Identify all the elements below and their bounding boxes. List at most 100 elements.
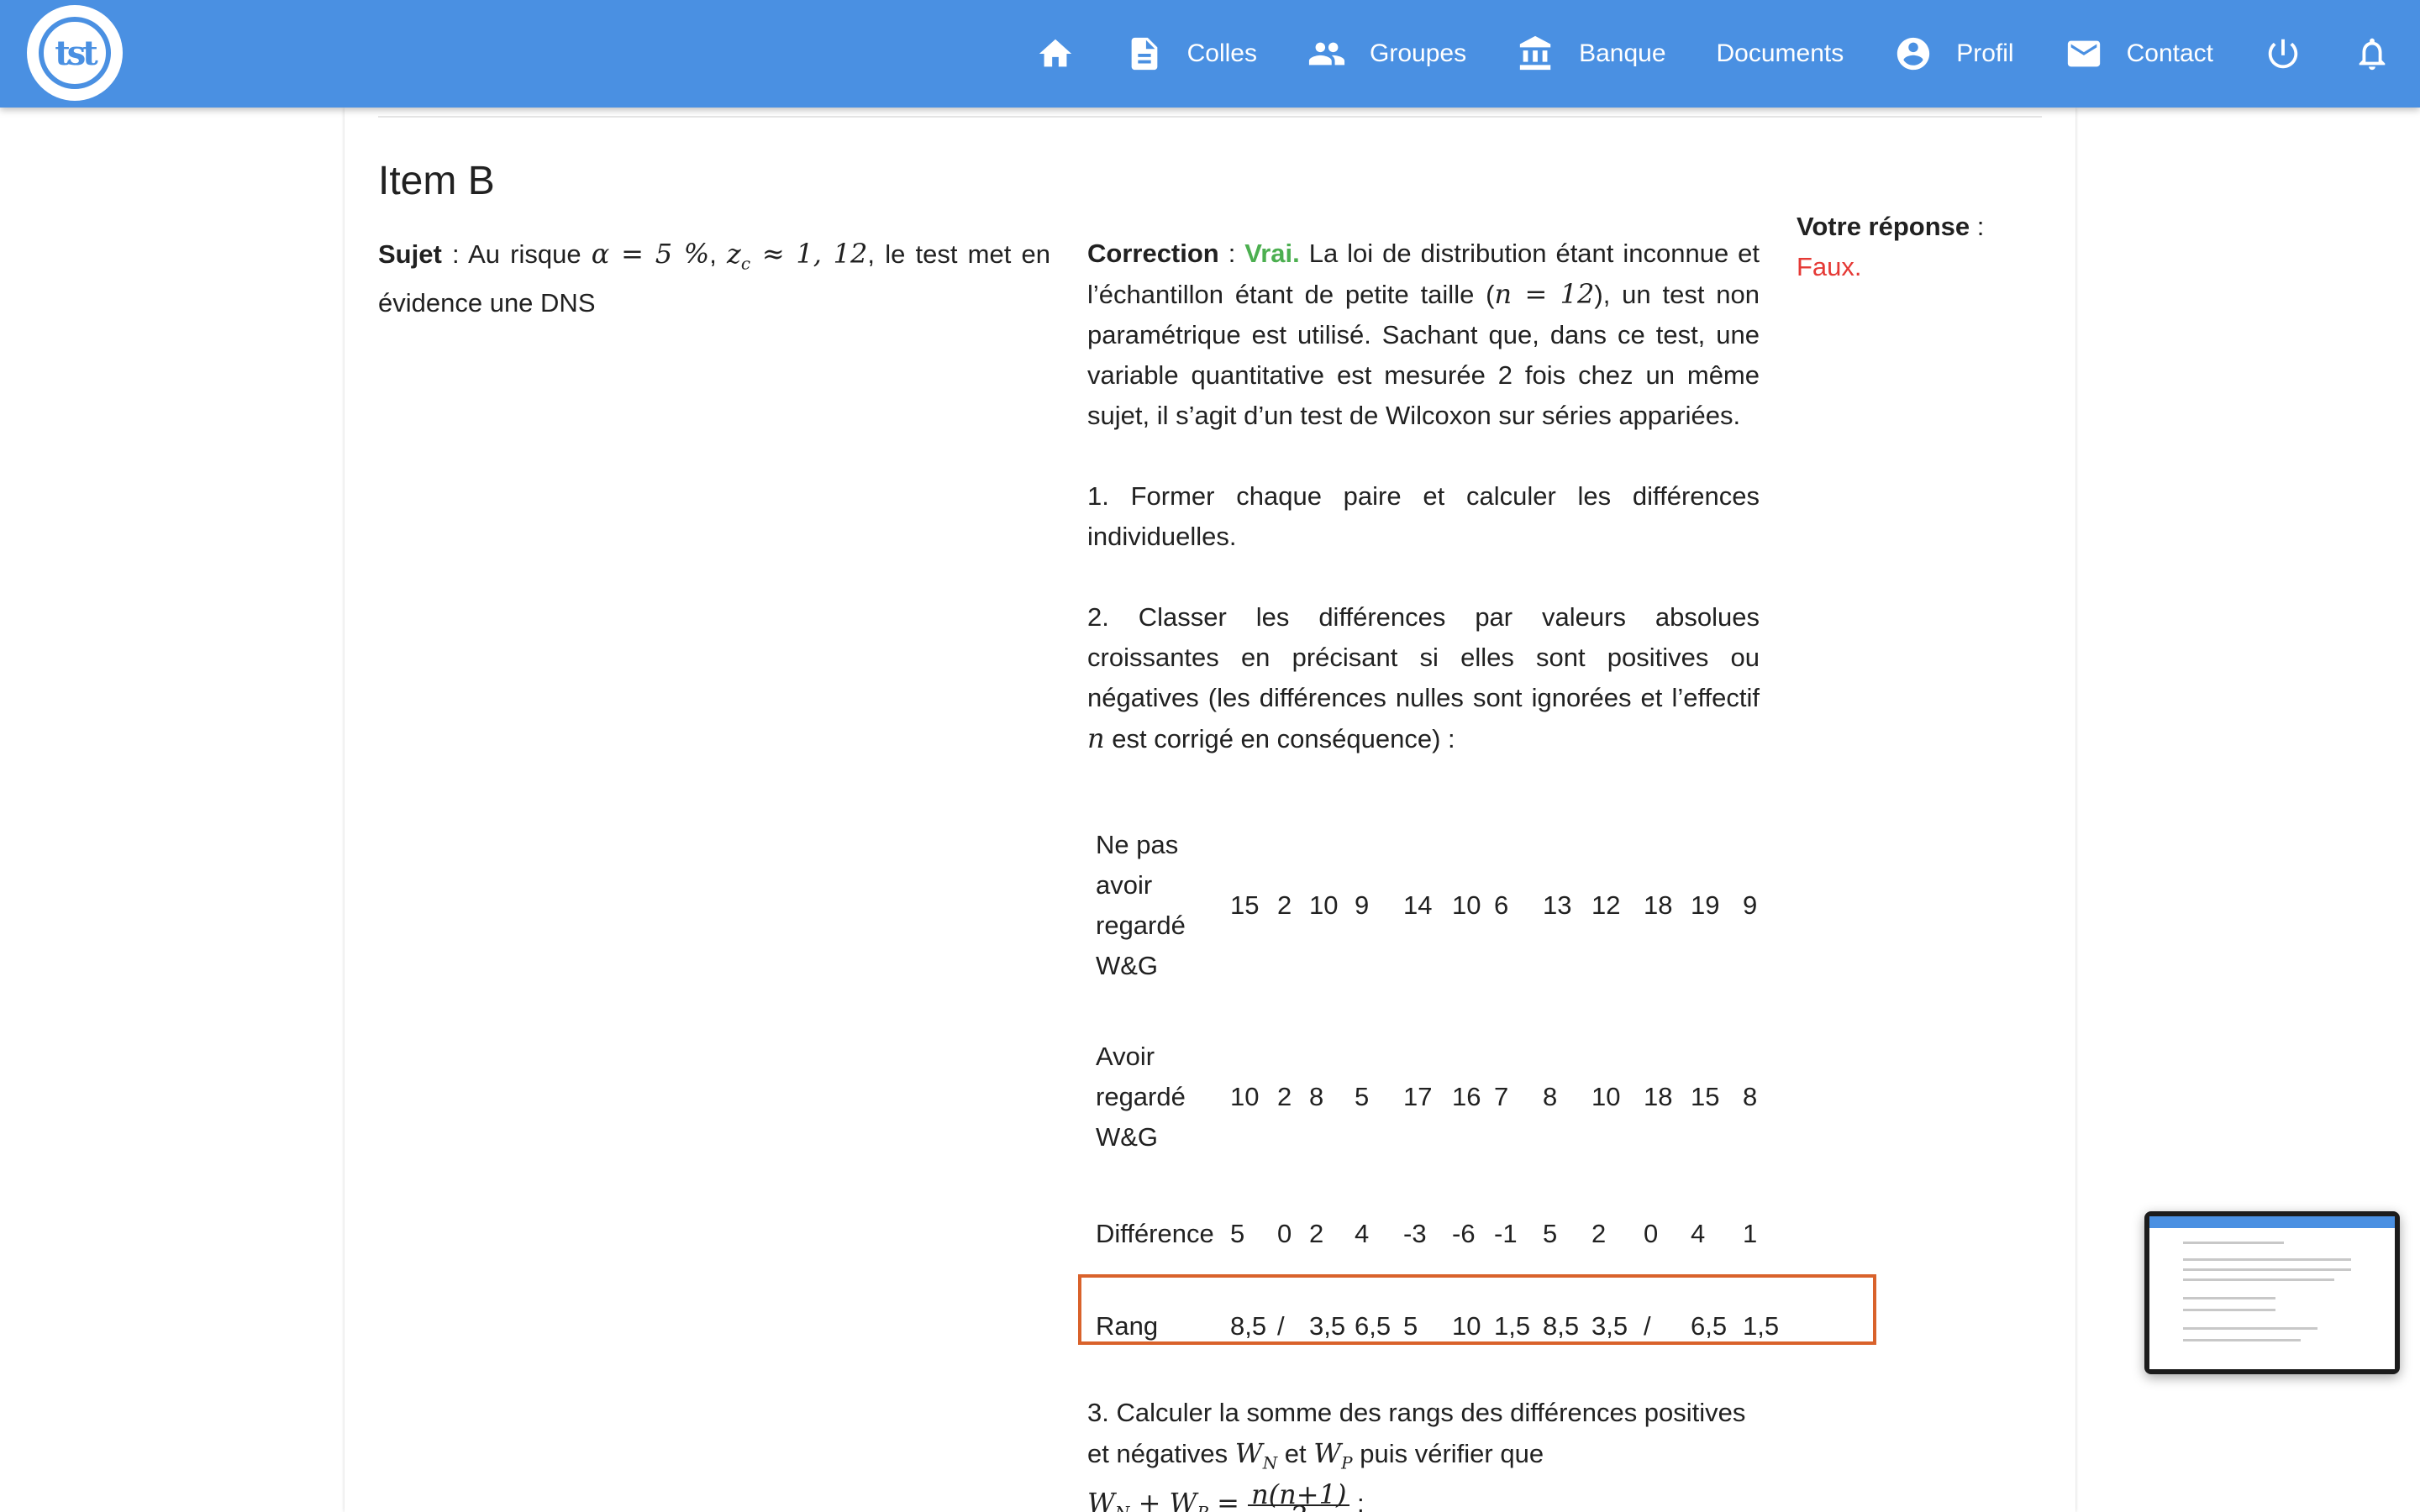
sujet-zc: zc ≈ 1, 12 (727, 238, 867, 274)
table-cell: 13 (1543, 890, 1572, 920)
logo-mark: tst (39, 17, 111, 89)
nav-contact[interactable]: Contact (2039, 0, 2238, 108)
rang-row-highlight (1078, 1274, 1876, 1345)
formula-sub1: N (1115, 1503, 1130, 1512)
bell-icon (2359, 38, 2386, 71)
divider (378, 116, 2042, 118)
step-3-formula: WN + WP = (1087, 1487, 1248, 1512)
sujet-sep: , (709, 239, 728, 269)
table-cell: 10 (1452, 890, 1481, 920)
item-card: Item B Sujet : Au risque α = 5 %, zc ≈ 1… (345, 108, 2075, 1512)
nav-colles[interactable]: Colles (1100, 0, 1282, 108)
sujet-alpha: α = 5 % (591, 238, 710, 270)
table-cell: 17 (1403, 1082, 1433, 1111)
nav-notifications[interactable] (2328, 0, 2420, 108)
step-3-wn-sub: N (1262, 1452, 1278, 1473)
power-icon (2268, 39, 2298, 69)
sujet-zc-sub: c (740, 253, 751, 274)
bank-icon (1519, 35, 1551, 71)
answer-colon: : (1970, 212, 1985, 241)
table-cell: 18 (1644, 1082, 1673, 1111)
nav-contact-label: Contact (2126, 39, 2213, 67)
nav-banque[interactable]: Banque (1491, 0, 1691, 108)
correction-intro: Correction : Vrai. La loi de distributio… (1087, 234, 1760, 436)
nav-groupes[interactable]: Groupes (1282, 0, 1491, 108)
step-1: 1. Former chaque paire et calculer les d… (1087, 481, 1760, 551)
formula-fraction: n(n+1)2 (1248, 1481, 1350, 1512)
step-3-end: ; (1349, 1488, 1365, 1512)
step-3-wn: WN (1234, 1437, 1277, 1473)
correction-block: Correction : Vrai. La loi de distributio… (1087, 234, 1760, 800)
table-cell: 2 (1277, 890, 1292, 920)
screen-preview-thumbnail[interactable] (2144, 1211, 2400, 1374)
correction-colon: : (1218, 239, 1245, 268)
nav-groupes-label: Groupes (1370, 39, 1467, 67)
thumbnail-line (2183, 1278, 2334, 1281)
answer-value: Faux. (1797, 252, 1862, 281)
thumbnail-line (2183, 1339, 2301, 1341)
correction-verdict: Vrai. (1244, 239, 1300, 268)
table-cell: 4 (1355, 1219, 1370, 1248)
nav-logout[interactable] (2238, 0, 2328, 108)
table-row-label: Avoir regardé W&G (1096, 1042, 1186, 1152)
answer-block: Votre réponse : Faux. (1797, 207, 2015, 287)
nav-profil-label: Profil (1956, 39, 2014, 67)
mail-icon (2067, 40, 2100, 67)
answer-label: Votre réponse (1797, 212, 1970, 241)
table-cell: 2 (1591, 1219, 1607, 1248)
thumbnail-line (2183, 1258, 2351, 1261)
nav-home[interactable] (1011, 0, 1100, 108)
table-cell: 7 (1494, 1082, 1509, 1111)
formula-w1: W (1087, 1487, 1115, 1512)
table-cell: 9 (1743, 890, 1758, 920)
table-cell: 15 (1230, 890, 1260, 920)
table-cell: 6 (1494, 890, 1509, 920)
table-cell: 16 (1452, 1082, 1481, 1111)
table-cell: 2 (1277, 1082, 1292, 1111)
step-2: 2. Classer les différences par valeurs a… (1087, 597, 1760, 759)
step-3-wp-w: W (1313, 1437, 1342, 1469)
nav-documents[interactable]: Documents (1691, 0, 1870, 108)
step-2-n: n (1087, 722, 1105, 754)
table-cell: 2 (1309, 1219, 1324, 1248)
site-logo[interactable]: tst (27, 5, 123, 101)
step-2-text-b: est corrigé en conséquence) : (1104, 724, 1455, 753)
step-3-and: et (1277, 1439, 1314, 1468)
table-row-label: Différence (1096, 1219, 1214, 1248)
table-cell: -1 (1494, 1219, 1518, 1248)
table-cell: -3 (1403, 1219, 1427, 1248)
table-cell: 12 (1591, 890, 1621, 920)
thumbnail-navbar (2149, 1216, 2395, 1228)
table-cell: 8 (1543, 1082, 1558, 1111)
step-3-wp: WP (1313, 1437, 1352, 1473)
thumbnail-screen (2149, 1216, 2395, 1369)
formula-sub2: P (1197, 1503, 1207, 1512)
nav-banque-label: Banque (1579, 39, 1666, 67)
formula-eq: = (1207, 1487, 1249, 1512)
nav-colles-label: Colles (1186, 39, 1257, 67)
table-cell: 5 (1230, 1219, 1245, 1248)
table-cell: 14 (1403, 890, 1433, 920)
step-2-text-a: 2. Classer les différences par valeurs a… (1087, 602, 1760, 712)
table-cell: 1 (1743, 1219, 1758, 1248)
nav-profil[interactable]: Profil (1869, 0, 2039, 108)
table-cell: 5 (1355, 1082, 1370, 1111)
table-row-label: Ne pas avoir regardé W&G (1096, 830, 1186, 980)
table-cell: 9 (1355, 890, 1370, 920)
table-cell: 5 (1543, 1219, 1558, 1248)
table-row: Avoir regardé W&G 10 2 8 5 17 16 7 8 10 18 15 8 (1087, 1006, 1779, 1188)
item-title: Item B (378, 159, 495, 203)
main-nav: Colles Groupes Banque Documents Profil C… (1011, 0, 2420, 108)
table-cell: 19 (1691, 890, 1720, 920)
step-3-wn-w: W (1234, 1437, 1263, 1469)
step-3-wp-sub: P (1341, 1452, 1353, 1473)
step-3: 3. Calculer la somme des rangs des diffé… (1087, 1393, 1760, 1512)
table-cell: 0 (1277, 1219, 1292, 1248)
formula-plus-w2: + W (1129, 1487, 1197, 1512)
table-cell: 8 (1309, 1082, 1324, 1111)
table-cell: 0 (1644, 1219, 1659, 1248)
sujet-text: : Au risque (441, 239, 592, 269)
top-navbar: tst Colles Groupes Banque Documents Prof… (0, 0, 2420, 108)
nav-documents-label: Documents (1716, 39, 1844, 67)
thumbnail-line (2183, 1268, 2351, 1271)
